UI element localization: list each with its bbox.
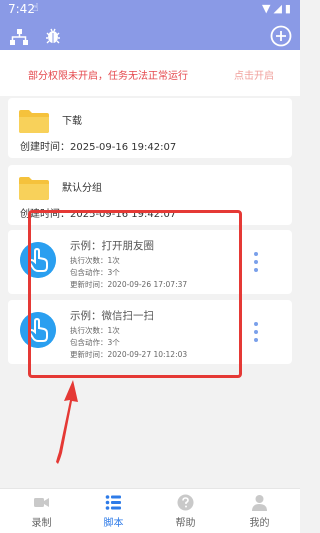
nav-help[interactable]: 帮助 bbox=[148, 489, 223, 533]
script-list-icon bbox=[105, 495, 121, 510]
more-options-icon[interactable] bbox=[250, 250, 262, 274]
script-action-count: 包含动作：3个 bbox=[70, 338, 120, 347]
status-bar: 7:42 ☝ ▼◢▮ bbox=[0, 0, 300, 20]
folder-created-time: 创建时间：2025-09-16 19:42:07 bbox=[20, 142, 177, 153]
help-icon bbox=[177, 494, 194, 511]
profile-icon bbox=[252, 495, 267, 511]
nav-label: 脚本 bbox=[103, 518, 124, 529]
nav-record[interactable]: 录制 bbox=[4, 489, 79, 533]
bug-icon[interactable] bbox=[44, 27, 62, 45]
nav-profile[interactable]: 我的 bbox=[222, 489, 297, 533]
folder-card-download[interactable]: 下载 创建时间：2025-09-16 19:42:07 bbox=[8, 98, 292, 158]
folder-card-default-group[interactable]: 默认分组 创建时间：2025-09-16 19:42:07 bbox=[8, 165, 292, 225]
system-icons: ▼◢▮ bbox=[262, 2, 294, 15]
script-updated-time: 更新时间：2020-09-26 17:07:37 bbox=[70, 280, 188, 289]
folder-icon bbox=[19, 177, 49, 200]
status-time: 7:42 bbox=[8, 2, 35, 16]
script-card-wechat-scan[interactable]: 示例：微信扫一扫 执行次数：1次 包含动作：3个 更新时间：2020-09-27… bbox=[8, 300, 292, 364]
add-circle-icon[interactable] bbox=[270, 25, 292, 47]
folder-icon bbox=[19, 110, 49, 133]
enable-permission-link[interactable]: 点击开启 bbox=[234, 67, 274, 82]
touch-hand-icon bbox=[20, 312, 56, 348]
tree-icon[interactable] bbox=[10, 29, 28, 45]
script-title: 示例：微信扫一扫 bbox=[70, 310, 154, 322]
touch-hand-icon bbox=[20, 242, 56, 278]
script-updated-time: 更新时间：2020-09-27 10:12:03 bbox=[70, 350, 188, 359]
script-card-moments[interactable]: 示例：打开朋友圈 执行次数：1次 包含动作：3个 更新时间：2020-09-26… bbox=[8, 230, 292, 294]
permission-warning-bar: 部分权限未开启，任务无法正常运行 点击开启 bbox=[0, 50, 300, 96]
folder-name: 下载 bbox=[62, 116, 82, 127]
folder-created-time: 创建时间：2025-09-16 19:42:07 bbox=[20, 209, 177, 220]
touch-hand-icon: ☝ bbox=[32, 1, 39, 14]
nav-label: 录制 bbox=[31, 518, 52, 529]
nav-label: 帮助 bbox=[175, 518, 196, 529]
more-options-icon[interactable] bbox=[250, 320, 262, 344]
nav-script[interactable]: 脚本 bbox=[76, 489, 151, 533]
folder-name: 默认分组 bbox=[62, 183, 102, 194]
record-icon bbox=[34, 498, 49, 507]
bottom-navigation: 录制 脚本 帮助 我的 bbox=[0, 488, 300, 533]
script-run-count: 执行次数：1次 bbox=[70, 326, 120, 335]
script-run-count: 执行次数：1次 bbox=[70, 256, 120, 265]
app-header: 7:42 ☝ ▼◢▮ bbox=[0, 0, 300, 50]
nav-label: 我的 bbox=[249, 518, 270, 529]
permission-warning-text: 部分权限未开启，任务无法正常运行 bbox=[28, 71, 188, 82]
script-action-count: 包含动作：3个 bbox=[70, 268, 120, 277]
script-title: 示例：打开朋友圈 bbox=[70, 240, 154, 252]
